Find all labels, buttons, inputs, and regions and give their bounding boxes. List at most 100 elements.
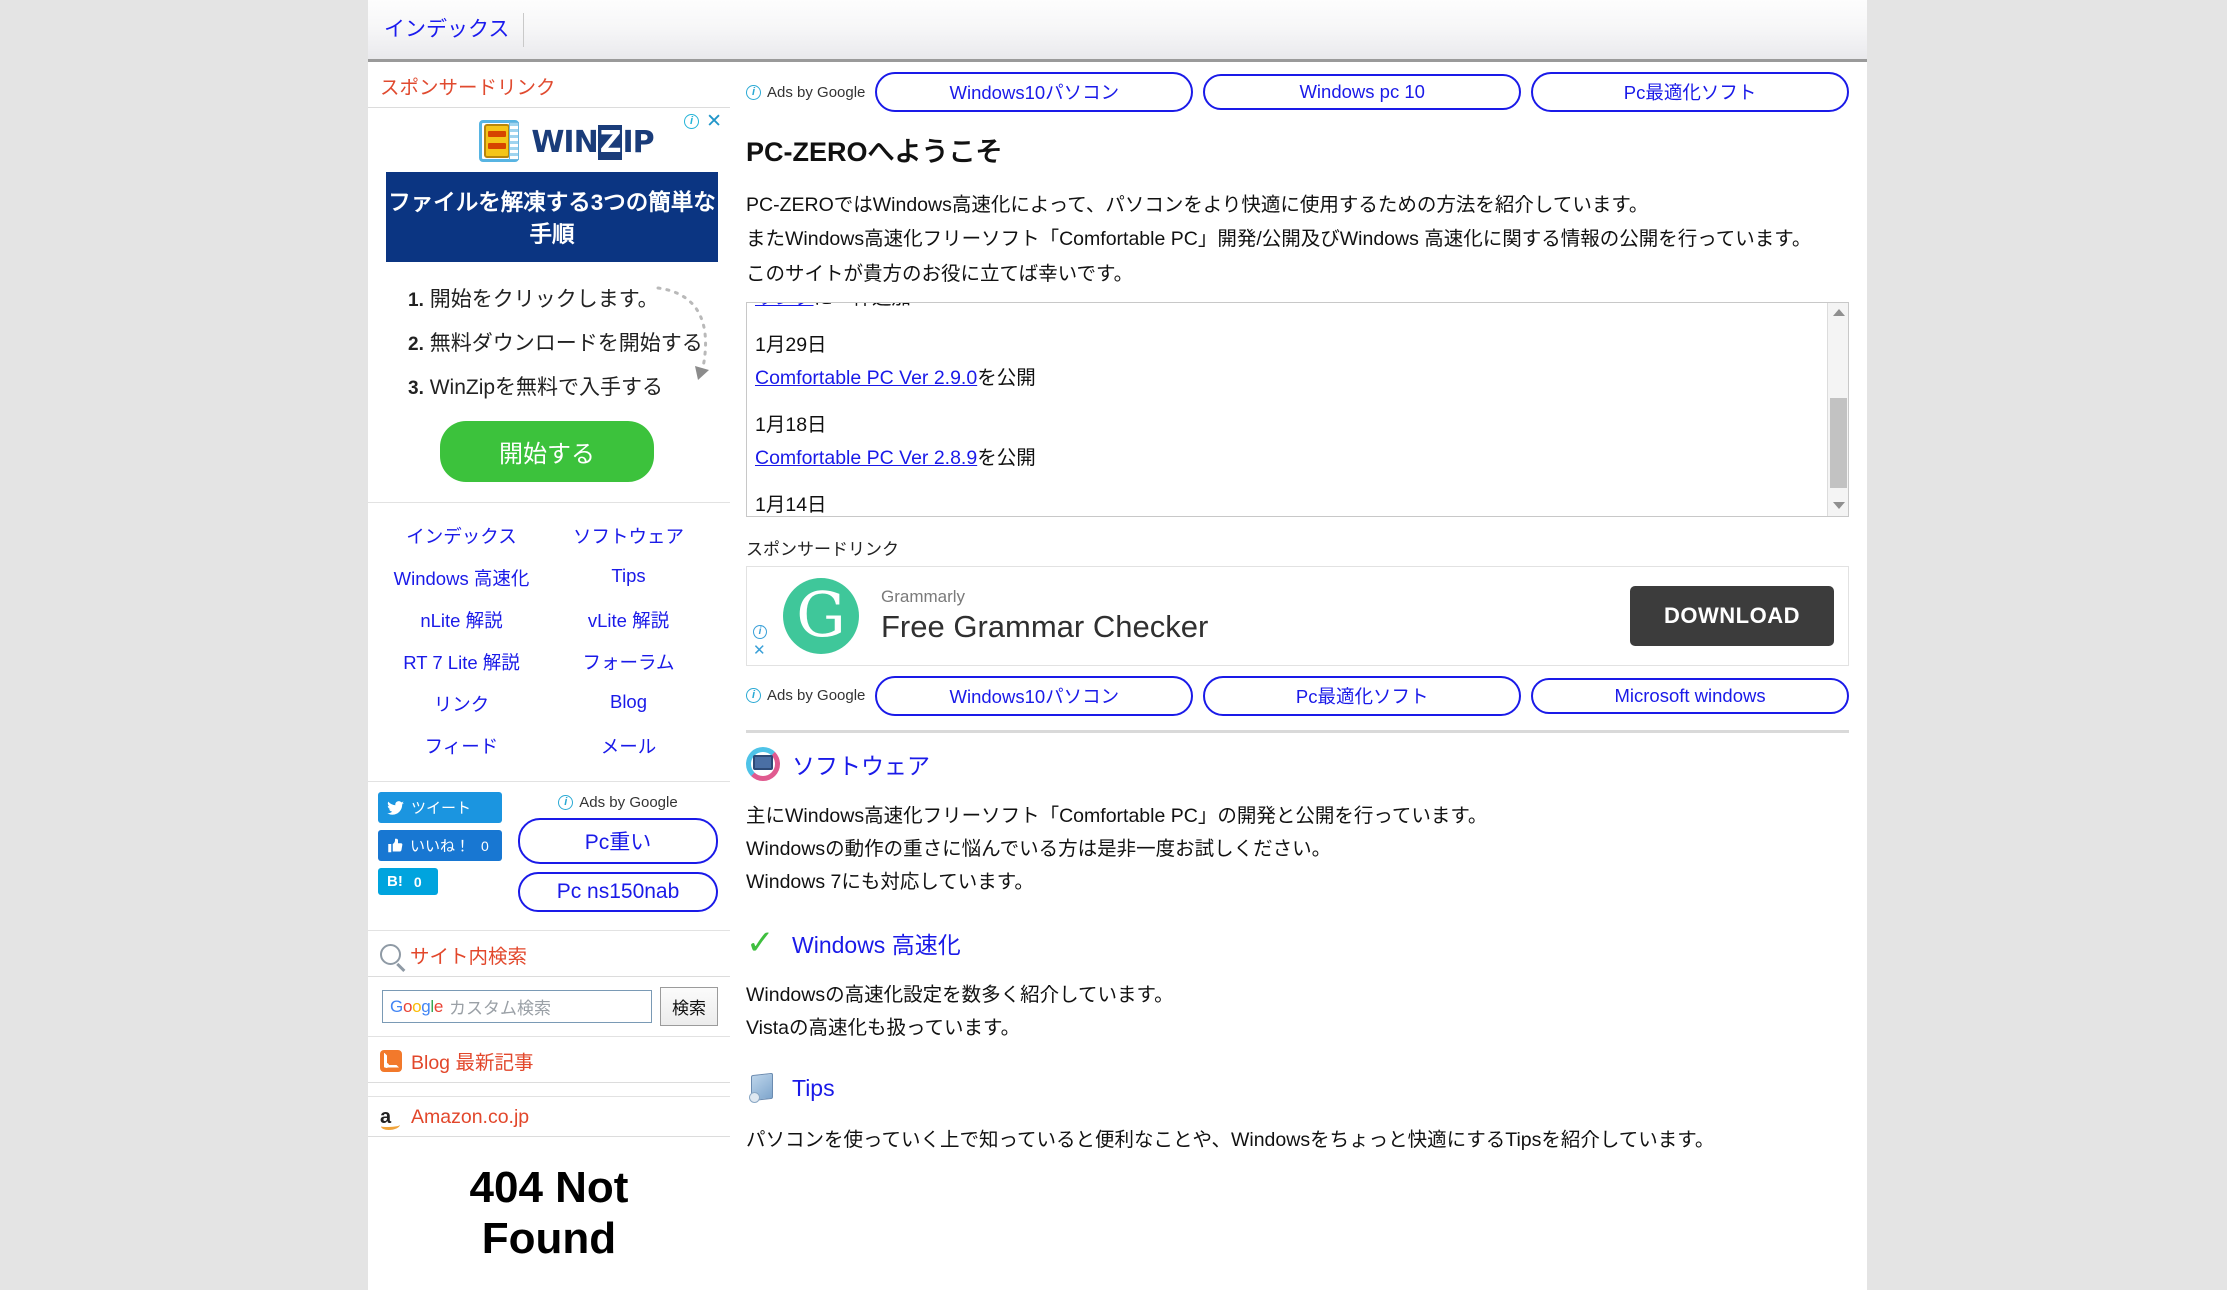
winzip-logo-icon bbox=[478, 120, 522, 164]
top-ads-row: i Ads by Google Windows10パソコン Windows pc… bbox=[746, 62, 1849, 118]
search-input[interactable]: Google カスタム検索 bbox=[382, 990, 652, 1023]
winzip-wordmark: WINZIP bbox=[531, 124, 655, 160]
google-wordmark: Google bbox=[390, 996, 444, 1016]
close-icon[interactable]: ✕ bbox=[706, 112, 722, 131]
bottom-ads-row: i Ads by Google Windows10パソコン Pc最適化ソフト M… bbox=[746, 666, 1849, 722]
grammarly-ad[interactable]: i ✕ G Grammarly Free Grammar Checker DOW… bbox=[746, 565, 1849, 666]
sidebar-blog-heading[interactable]: Blog 最新記事 bbox=[368, 1037, 730, 1083]
sidebar-item-link[interactable]: リンク bbox=[378, 683, 545, 725]
news-link[interactable]: Comfortable PC Ver 2.8.9 bbox=[755, 447, 977, 469]
sidebar-item-vlite[interactable]: vLite 解説 bbox=[545, 599, 712, 641]
section-link-software[interactable]: ソフトウェア bbox=[792, 747, 930, 781]
top-ad-pill-2[interactable]: Windows pc 10 bbox=[1203, 74, 1522, 110]
section-header-windows-speedup: ✓ Windows 高速化 bbox=[746, 912, 1849, 962]
top-ad-pill-1[interactable]: Windows10パソコン bbox=[875, 72, 1194, 112]
sidebar-amazon-heading[interactable]: a Amazon.co.jp bbox=[368, 1097, 730, 1137]
section-body-tips: パソコンを使っていく上で知っていると便利なことや、Windowsをちょっと快適に… bbox=[746, 1107, 1849, 1169]
close-icon[interactable]: ✕ bbox=[753, 643, 767, 658]
news-scroll-box[interactable]: リンクに一件追加 1月29日 Comfortable PC Ver 2.9.0を… bbox=[746, 301, 1849, 517]
winzip-cta-button[interactable]: 開始する bbox=[440, 421, 654, 482]
bottom-ad-pill-2[interactable]: Pc最適化ソフト bbox=[1203, 675, 1522, 716]
main-sponsor-label: スポンサードリンク bbox=[746, 539, 899, 559]
news-rest-clipped: に一件追加 bbox=[814, 303, 912, 309]
step-number: 1. bbox=[408, 290, 424, 311]
section-link-tips[interactable]: Tips bbox=[792, 1075, 835, 1102]
grammarly-brand: Grammarly bbox=[881, 586, 966, 606]
info-icon[interactable]: i bbox=[746, 688, 761, 704]
amazon-error-block: 404 Not Found bbox=[368, 1137, 730, 1264]
news-rest: を公開 bbox=[977, 446, 1036, 469]
tips-line-1: パソコンを使っていく上で知っていると便利なことや、Windowsをちょっと快適に… bbox=[746, 1129, 1715, 1152]
page-title: PC-ZEROへようこそ bbox=[746, 137, 1003, 167]
section-body-windows-speedup: Windowsの高速化設定を数多く紹介しています。 Vistaの高速化も扱ってい… bbox=[746, 962, 1849, 1058]
scroll-up-arrow-icon[interactable] bbox=[1828, 303, 1848, 323]
info-icon[interactable]: i bbox=[746, 84, 761, 100]
sidebar-item-rt7lite[interactable]: RT 7 Lite 解説 bbox=[378, 641, 545, 683]
speedup-line-1: Windowsの高速化設定を数多く紹介しています。 bbox=[746, 983, 1174, 1006]
news-date: 1月18日 bbox=[755, 413, 827, 436]
step-number: 2. bbox=[408, 334, 424, 355]
sidebar: スポンサードリンク i ✕ WINZIP ファイルを解凍する3つの簡単な手順 1… bbox=[368, 62, 730, 1264]
search-placeholder: カスタム検索 bbox=[449, 999, 552, 1018]
blog-heading-text: Blog 最新記事 bbox=[411, 1052, 534, 1074]
news-rest: を公開 bbox=[977, 366, 1036, 389]
step-number: 3. bbox=[408, 378, 424, 399]
sidebar-item-nlite[interactable]: nLite 解説 bbox=[378, 599, 545, 641]
sidebar-item-forum[interactable]: フォーラム bbox=[545, 641, 712, 683]
sidebar-item-index[interactable]: インデックス bbox=[378, 515, 545, 557]
sidebar-ad-pill-1[interactable]: Pc重い bbox=[518, 818, 718, 864]
winzip-ad[interactable]: i ✕ WINZIP ファイルを解凍する3つの簡単な手順 1. 開始をクリックし… bbox=[368, 108, 730, 503]
like-count: 0 bbox=[481, 837, 489, 854]
tweet-button[interactable]: ツイート bbox=[378, 792, 502, 823]
sidebar-item-mail[interactable]: メール bbox=[545, 725, 712, 767]
news-list: リンクに一件追加 1月29日 Comfortable PC Ver 2.9.0を… bbox=[747, 303, 1848, 516]
sidebar-item-software[interactable]: ソフトウェア bbox=[545, 515, 712, 557]
news-date: 1月14日 bbox=[755, 493, 827, 516]
twitter-icon bbox=[387, 800, 404, 815]
info-icon[interactable]: i bbox=[753, 624, 767, 639]
search-button[interactable]: 検索 bbox=[660, 987, 718, 1026]
news-link[interactable]: Comfortable PC Ver 2.9.0 bbox=[755, 367, 977, 389]
section-link-windows-speedup[interactable]: Windows 高速化 bbox=[792, 926, 961, 960]
like-label: いいね！ bbox=[410, 838, 471, 855]
scroll-down-arrow-icon[interactable] bbox=[1828, 496, 1848, 516]
info-icon[interactable]: i bbox=[558, 795, 574, 810]
news-entry: Comfortable PC Ver 2.8.9を公開 bbox=[755, 441, 1832, 470]
ads-by-google-text: Ads by Google bbox=[579, 794, 678, 811]
sidebar-ad-pill-2[interactable]: Pc ns150nab bbox=[518, 872, 718, 912]
sidebar-item-blog[interactable]: Blog bbox=[545, 683, 712, 725]
main-content: i Ads by Google Windows10パソコン Windows pc… bbox=[730, 62, 1867, 1169]
hatena-bookmark-button[interactable]: B! 0 bbox=[378, 868, 438, 895]
section-body-software: 主にWindows高速化フリーソフト「Comfortable PC」の開発と公開… bbox=[746, 783, 1849, 912]
sidebar-ads: i Ads by Google Pc重い Pc ns150nab bbox=[518, 792, 730, 920]
sidebar-search-heading: サイト内検索 bbox=[368, 931, 730, 977]
top-ad-pill-3[interactable]: Pc最適化ソフト bbox=[1531, 72, 1849, 112]
grammarly-logo-icon: G bbox=[783, 577, 859, 654]
scrollbar-thumb[interactable] bbox=[1830, 397, 1847, 488]
sidebar-item-tips[interactable]: Tips bbox=[545, 557, 712, 599]
ads-by-google-label: i Ads by Google bbox=[746, 84, 865, 101]
breadcrumb-separator bbox=[523, 12, 525, 47]
news-link-clipped[interactable]: リンク bbox=[755, 303, 814, 309]
bottom-ad-pill-3[interactable]: Microsoft windows bbox=[1531, 677, 1849, 714]
dotted-arrow-icon bbox=[656, 286, 709, 380]
info-icon[interactable]: i bbox=[684, 114, 700, 129]
amazon-heading-text: Amazon.co.jp bbox=[411, 1106, 530, 1128]
intro-line-1: PC-ZEROではWindows高速化によって、パソコンをより快適に使用するため… bbox=[746, 194, 1649, 216]
breadcrumb-index[interactable]: インデックス bbox=[380, 0, 523, 59]
news-entry: Comfortable PC Ver 2.9.0を公開 bbox=[755, 361, 1832, 390]
winzip-steps: 1. 開始をクリックします。 2. 無料ダウンロードを開始する 3. WinZi… bbox=[368, 262, 730, 412]
grammarly-download-button[interactable]: DOWNLOAD bbox=[1630, 585, 1834, 646]
intro-line-2: またWindows高速化フリーソフト「Comfortable PC」開発/公開及… bbox=[746, 228, 1812, 251]
bottom-ad-pill-1[interactable]: Windows10パソコン bbox=[875, 675, 1194, 716]
thumbs-up-icon bbox=[388, 838, 403, 853]
like-button[interactable]: いいね！ 0 bbox=[378, 830, 502, 861]
news-scrollbar[interactable] bbox=[1827, 302, 1848, 516]
sidebar-item-windows-speedup[interactable]: Windows 高速化 bbox=[378, 557, 545, 599]
sidebar-nav: インデックス ソフトウェア Windows 高速化 Tips nLite 解説 … bbox=[368, 503, 730, 782]
sidebar-item-feed[interactable]: フィード bbox=[378, 725, 545, 767]
error-line-1: 404 Not bbox=[469, 1163, 629, 1212]
software-icon bbox=[746, 746, 780, 781]
intro-paragraphs: PC-ZEROではWindows高速化によって、パソコンをより快適に使用するため… bbox=[746, 191, 1849, 288]
hatena-label: B! bbox=[387, 873, 403, 890]
